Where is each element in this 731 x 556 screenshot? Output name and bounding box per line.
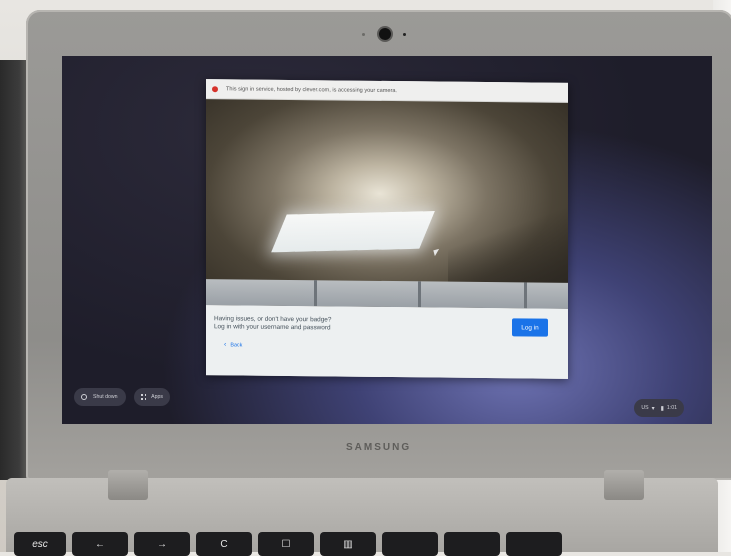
power-icon (81, 394, 87, 400)
back-link[interactable]: ‹ Back (224, 341, 242, 348)
ceiling-light (271, 210, 435, 253)
wifi-icon: ▾ (651, 405, 655, 412)
key-overview[interactable]: ▥ (320, 532, 376, 556)
key-esc[interactable]: esc (14, 532, 66, 556)
hinge-left (108, 470, 148, 500)
apps-button[interactable]: Apps (134, 388, 170, 406)
key-blank[interactable] (382, 532, 438, 556)
webcam (379, 28, 391, 40)
shut-down-label: Shut down (93, 394, 118, 400)
feed-wall (206, 279, 568, 309)
laptop-brand-logo: SAMSUNG (346, 442, 412, 453)
apps-label: Apps (151, 394, 163, 400)
sign-in-dialog: This sign in service, hosted by clever.c… (206, 79, 568, 379)
status-tray[interactable]: US ▾ ▮ 1:01 (634, 399, 684, 417)
key-blank[interactable] (506, 532, 562, 556)
key-blank[interactable] (444, 532, 500, 556)
login-panel: Having issues, or don't have your badge?… (206, 305, 568, 379)
key-fullscreen[interactable]: ☐ (258, 532, 314, 556)
battery-icon: ▮ (660, 405, 664, 412)
key-forward[interactable]: → (134, 532, 190, 556)
key-refresh[interactable]: C (196, 532, 252, 556)
key-back[interactable]: ← (72, 532, 128, 556)
webcam-led (403, 33, 406, 36)
keyboard-top-row: esc ← → C ☐ ▥ (14, 532, 721, 556)
mouse-cursor-icon (433, 248, 441, 257)
camera-feed (206, 99, 568, 309)
laptop-screen: This sign in service, hosted by clever.c… (62, 56, 712, 424)
help-text-line-2: Log in with your username and password (214, 323, 331, 332)
recording-dot-icon (212, 85, 218, 92)
wall-seam (418, 281, 421, 308)
feed-shadow (448, 191, 568, 293)
keyboard-layout-indicator: US (641, 405, 649, 411)
shut-down-button[interactable]: Shut down (74, 388, 126, 406)
microphone-dot (362, 33, 365, 36)
back-link-label: Back (230, 341, 243, 348)
clock: 1:01 (666, 405, 677, 411)
chevron-left-icon: ‹ (224, 341, 227, 349)
hinge-right (604, 470, 644, 500)
log-in-button[interactable]: Log in (512, 318, 548, 337)
camera-access-text: This sign in service, hosted by clever.c… (226, 85, 397, 94)
apps-grid-icon (141, 394, 147, 400)
wall-seam (314, 280, 317, 307)
wall-seam (524, 282, 527, 309)
help-text-line-1: Having issues, or don't have your badge? (214, 315, 332, 324)
